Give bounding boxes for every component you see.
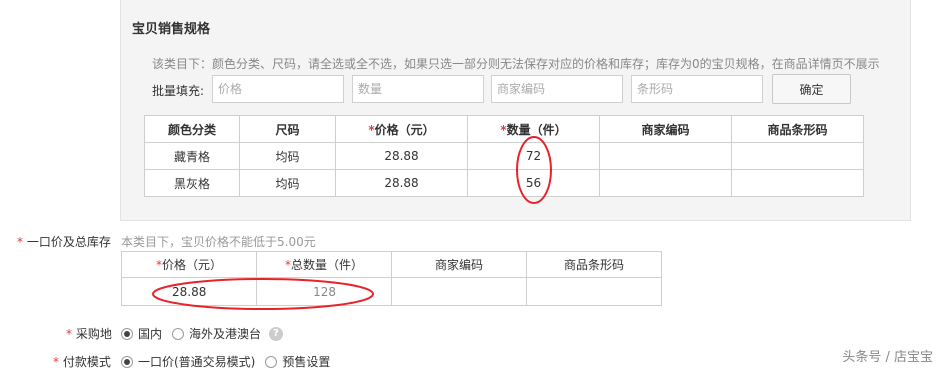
- price-stock-label-text: 一口价及总库存: [26, 235, 111, 249]
- table-row: 黑灰格 均码 28.88 56: [144, 169, 864, 197]
- watermark: 头条号 / 店宝宝: [842, 350, 933, 365]
- sku-spec-panel: 宝贝销售规格 该类目下：颜色分类、尺码，请全选或全不选，如果只选一部分则无法保存…: [120, 0, 911, 221]
- sku-table: 颜色分类 尺码 *价格（元） *数量（件） 商家编码 商品条形码 藏青格 均码 …: [144, 115, 864, 197]
- batch-qty-input[interactable]: [352, 75, 484, 103]
- radio-fixed-price-label[interactable]: 一口价(普通交易模式): [138, 353, 255, 370]
- cell-merchant-code[interactable]: [599, 142, 732, 170]
- col-header-size: 尺码: [239, 115, 336, 143]
- table-row: 28.88 128: [121, 277, 662, 306]
- col-header-merchant-code: 商家编码: [599, 115, 732, 143]
- col-header-color: 颜色分类: [144, 115, 240, 143]
- cell-barcode[interactable]: [731, 169, 864, 197]
- radio-overseas-label[interactable]: 海外及港澳台: [189, 325, 261, 342]
- cell-color: 藏青格: [144, 142, 240, 170]
- origin-label-text: 采购地: [75, 327, 112, 341]
- price-stock-table: *价格（元） *总数量（件） 商家编码 商品条形码 28.88 128: [121, 251, 662, 306]
- batch-barcode-input[interactable]: [631, 75, 763, 103]
- batch-merchant-code-input[interactable]: [491, 75, 623, 103]
- col-header-qty-text: 数量（件）: [506, 122, 567, 137]
- col-header-qty: *数量（件）: [467, 115, 600, 143]
- price-note: 本类目下，宝贝价格不能低于5.00元: [121, 235, 316, 249]
- batch-confirm-button[interactable]: 确定: [772, 74, 851, 104]
- radio-presale[interactable]: [265, 355, 278, 368]
- origin-label: * 采购地: [66, 325, 112, 342]
- price-table-header-row: *价格（元） *总数量（件） 商家编码 商品条形码: [121, 251, 662, 278]
- cell-qty[interactable]: 56: [467, 169, 600, 197]
- radio-domestic-label[interactable]: 国内: [138, 325, 162, 342]
- cell-size: 均码: [239, 142, 336, 170]
- col-header-price: *价格（元）: [121, 251, 257, 278]
- merchant-code-cell[interactable]: [391, 277, 527, 306]
- col-header-barcode: 商品条形码: [731, 115, 864, 143]
- payment-radio-group: 一口价(普通交易模式) 预售设置: [121, 353, 330, 370]
- required-mark: *: [53, 355, 59, 369]
- price-value-cell[interactable]: 28.88: [121, 277, 257, 306]
- col-header-barcode: 商品条形码: [526, 251, 662, 278]
- price-stock-label: * 一口价及总库存: [17, 233, 111, 250]
- batch-price-input[interactable]: [212, 75, 344, 103]
- cell-price[interactable]: 28.88: [335, 142, 468, 170]
- table-row: 藏青格 均码 28.88 72: [144, 142, 864, 170]
- col-header-total-qty: *总数量（件）: [256, 251, 392, 278]
- col-header-merchant-code: 商家编码: [391, 251, 527, 278]
- barcode-cell[interactable]: [526, 277, 662, 306]
- sku-table-header-row: 颜色分类 尺码 *价格（元） *数量（件） 商家编码 商品条形码: [144, 115, 864, 143]
- sku-note: 该类目下：颜色分类、尺码，请全选或全不选，如果只选一部分则无法保存对应的价格和库…: [152, 57, 880, 71]
- col-header-price-text: 价格（元）: [374, 122, 435, 137]
- batch-fill-label: 批量填充:: [152, 84, 205, 98]
- col-header-price: *价格（元）: [335, 115, 468, 143]
- question-circle-icon[interactable]: ?: [269, 326, 284, 341]
- cell-color: 黑灰格: [144, 169, 240, 197]
- cell-price[interactable]: 28.88: [335, 169, 468, 197]
- cell-size: 均码: [239, 169, 336, 197]
- radio-domestic[interactable]: [121, 327, 133, 340]
- total-qty-cell: 128: [256, 277, 392, 306]
- payment-label: * 付款模式: [53, 353, 111, 370]
- sku-section-title: 宝贝销售规格: [132, 22, 211, 37]
- col-header-price-text: 价格（元）: [161, 258, 222, 272]
- col-header-total-qty-text: 总数量（件）: [290, 258, 363, 272]
- payment-label-text: 付款模式: [62, 355, 111, 369]
- cell-merchant-code[interactable]: [599, 169, 732, 197]
- radio-fixed-price[interactable]: [121, 355, 133, 368]
- radio-presale-label[interactable]: 预售设置: [282, 353, 330, 370]
- required-mark: *: [66, 327, 72, 341]
- cell-barcode[interactable]: [731, 142, 864, 170]
- radio-overseas[interactable]: [172, 327, 185, 340]
- required-mark: *: [17, 235, 23, 249]
- origin-radio-group: 国内 海外及港澳台 ?: [121, 325, 284, 342]
- cell-qty[interactable]: 72: [467, 142, 600, 170]
